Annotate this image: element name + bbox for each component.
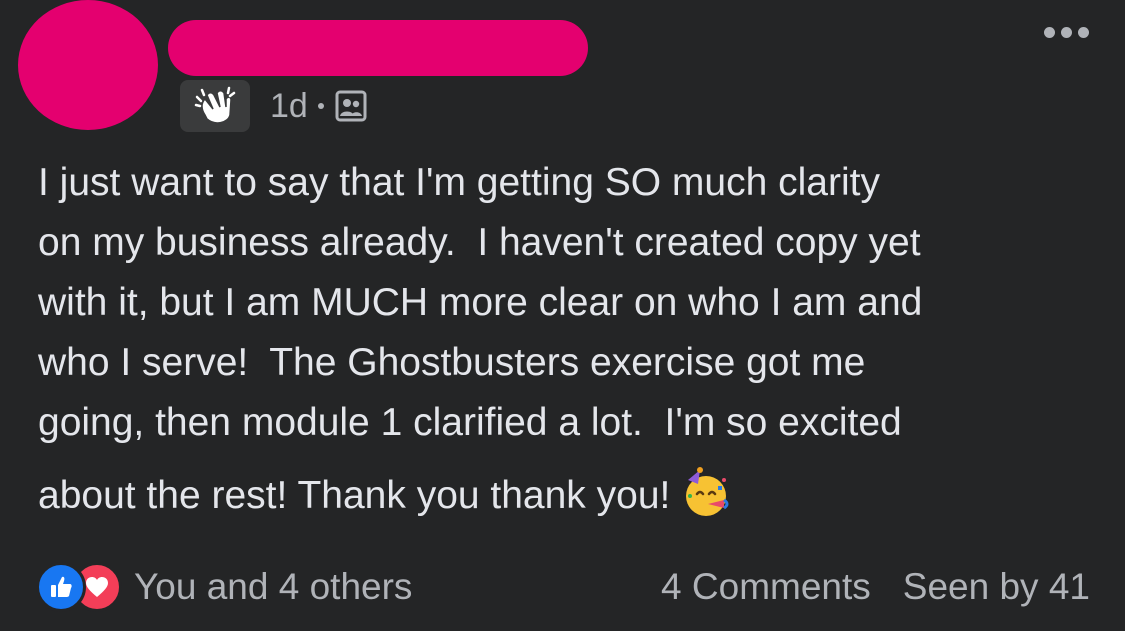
post-text-line: about the rest! Thank you thank you! [38,474,671,517]
more-options-button[interactable] [1036,18,1096,46]
post-stats: 4 Comments Seen by 41 [661,566,1090,608]
seen-by-count[interactable]: Seen by 41 [903,566,1090,608]
more-dot [1060,26,1072,38]
reactions-summary[interactable]: You and 4 others [36,562,412,612]
more-dot [1043,26,1055,38]
group-audience-icon[interactable] [334,89,368,123]
post-text-line: on my business already. I haven't create… [38,221,921,264]
reactions-count-text: You and 4 others [134,566,413,607]
post-text-last-line: about the rest! Thank you thank you! [38,466,1098,536]
post-body: I just want to say that I'm getting SO m… [38,153,1098,536]
more-dot [1077,26,1089,38]
post-card: 1d I just want to say that I'm getting S… [0,0,1125,631]
post-footer: You and 4 others 4 Comments Seen by 41 [36,560,1090,614]
post-text-line: who I serve! The Ghostbusters exercise g… [38,341,866,384]
separator-dot [317,103,324,109]
like-reaction-icon [36,562,86,612]
comments-count-link[interactable]: 4 Comments [661,566,871,608]
post-timestamp[interactable]: 1d [270,87,308,126]
author-name-redaction [168,20,588,76]
post-text-line: with it, but I am MUCH more clear on who… [38,281,923,324]
post-text-line: going, then module 1 clarified a lot. I'… [38,401,902,444]
avatar-redaction [18,0,158,130]
waving-hand-icon [180,80,250,132]
partying-face-emoji-icon [680,466,732,536]
post-text-line: I just want to say that I'm getting SO m… [38,161,880,204]
post-meta: 1d [180,80,368,132]
